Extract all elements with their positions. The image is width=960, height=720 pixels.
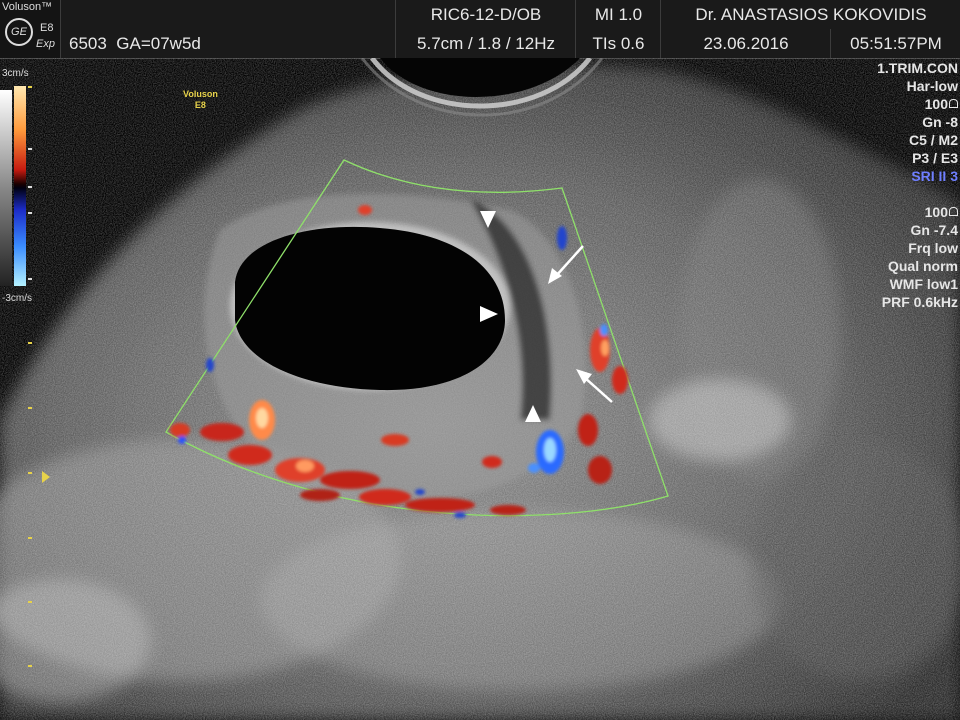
param-color: Frq low bbox=[908, 240, 958, 256]
param-color: WMF low1 bbox=[889, 276, 958, 292]
param-bmode: 1.TRIM.CON bbox=[877, 60, 958, 76]
depth-mark bbox=[28, 537, 32, 539]
focus-marker-icon bbox=[42, 471, 50, 483]
thermal-index: TIs 0.6 bbox=[575, 29, 661, 58]
depth-mark bbox=[28, 472, 32, 474]
depth-mark bbox=[28, 665, 32, 667]
device-model: E8 bbox=[40, 22, 54, 34]
header-row-bottom: 6503 GA=07w5d 5.7cm / 1.8 / 12Hz TIs 0.6… bbox=[0, 29, 960, 59]
param-color: Qual norm bbox=[887, 258, 958, 274]
exam-mode: Exp bbox=[36, 38, 55, 50]
probe-label-line2: E8 bbox=[194, 100, 206, 110]
gestational-age: GA=07w5d bbox=[116, 34, 201, 53]
param-color: Gn -7.4 bbox=[910, 222, 958, 238]
param-bmode: P3 / E3 bbox=[912, 150, 958, 166]
scale-tick bbox=[28, 148, 32, 150]
param-bmode: Har-low bbox=[906, 78, 958, 94]
scale-tick bbox=[28, 278, 32, 280]
device-logo-box: Voluson™ GE E8 Exp bbox=[0, 0, 61, 58]
param-color: PRF 0.6kHz bbox=[881, 294, 958, 310]
scale-tick bbox=[28, 186, 32, 188]
scale-tick bbox=[28, 86, 32, 88]
gestational-sac bbox=[230, 222, 510, 391]
param-bmode: Gn -8 bbox=[922, 114, 958, 130]
velocity-scale-max: 3cm/s bbox=[2, 68, 29, 79]
probe-orientation-label: Voluson E8 bbox=[183, 89, 218, 111]
grayscale-bar bbox=[0, 90, 12, 286]
param-bmode: 100 bbox=[877, 95, 958, 113]
depth-mark bbox=[28, 342, 32, 344]
scale-tick bbox=[28, 212, 32, 214]
patient-info: 6503 GA=07w5d bbox=[60, 29, 395, 58]
exam-date: 23.06.2016 bbox=[660, 29, 831, 58]
probe-preset: RIC6-12-D/OB bbox=[395, 0, 576, 29]
physician-name: Dr. ANASTASIOS KOKOVIDIS bbox=[660, 0, 960, 29]
header-row-top: RIC6-12-D/OB MI 1.0 Dr. ANASTASIOS KOKOV… bbox=[0, 0, 960, 30]
ultrasound-image bbox=[0, 58, 960, 720]
param-color: 100 bbox=[877, 203, 958, 221]
color-velocity-bar bbox=[14, 86, 26, 286]
probe-label-line1: Voluson bbox=[183, 89, 218, 99]
depth-frequency: 5.7cm / 1.8 / 12Hz bbox=[395, 29, 576, 58]
lock-icon bbox=[949, 207, 958, 216]
ge-logo-icon: GE bbox=[5, 18, 33, 46]
exam-time: 05:51:57PM bbox=[830, 29, 960, 58]
brand-name: Voluson™ bbox=[2, 1, 53, 13]
patient-id: 6503 bbox=[69, 34, 107, 53]
depth-mark bbox=[28, 407, 32, 409]
param-sri: SRI II 3 bbox=[911, 168, 958, 184]
lock-icon bbox=[949, 99, 958, 108]
mechanical-index: MI 1.0 bbox=[575, 0, 661, 29]
depth-mark bbox=[28, 601, 32, 603]
param-bmode: C5 / M2 bbox=[908, 132, 958, 148]
velocity-scale-min: -3cm/s bbox=[2, 293, 32, 304]
parameter-panel: 1.TRIM.CON Har-low 100 Gn -8 C5 / M2 P3 … bbox=[877, 59, 958, 311]
